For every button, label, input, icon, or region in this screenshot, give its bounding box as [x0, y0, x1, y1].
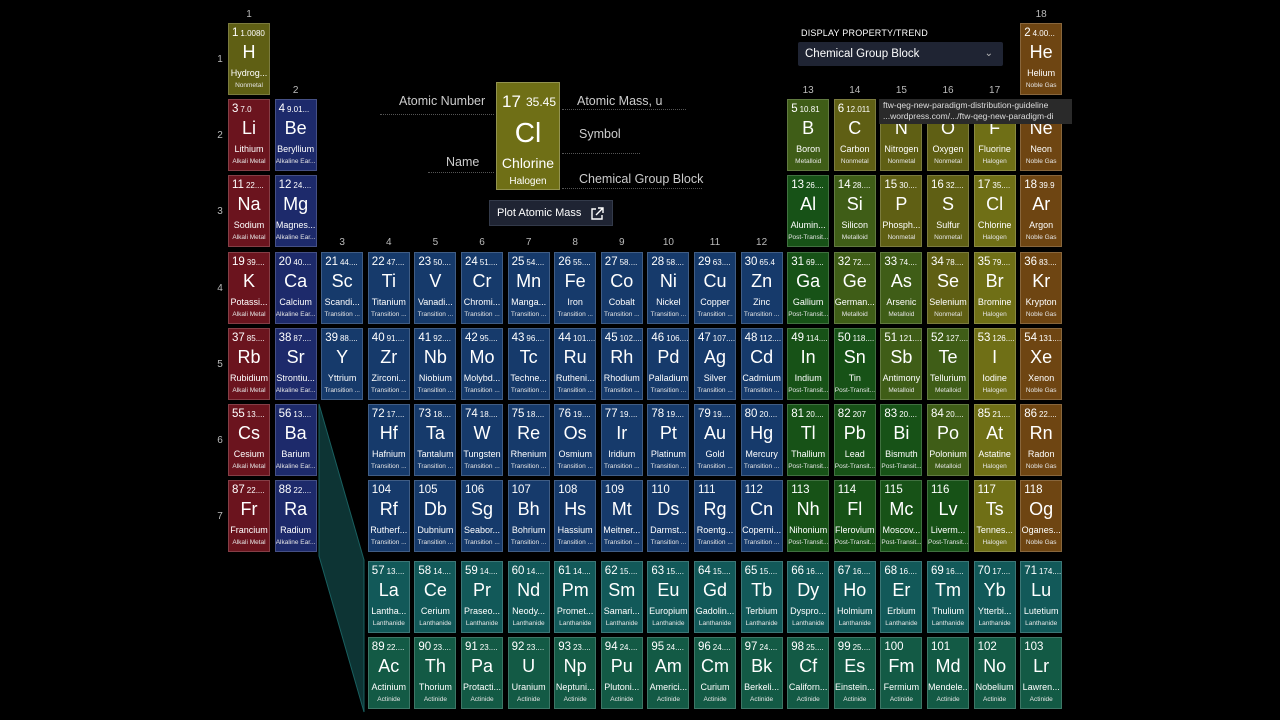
- legend-line-name: [428, 172, 494, 173]
- legend-atomic-mass: Atomic Mass, u: [577, 94, 663, 108]
- external-link-icon: [590, 206, 604, 230]
- chevron-down-icon: ⌄: [984, 48, 993, 59]
- legend-sample-tile: 17 35.45 Cl Chlorine Halogen: [496, 82, 560, 190]
- legend-line-symbol: [562, 153, 640, 154]
- display-property-value: Chemical Group Block: [805, 48, 920, 60]
- legend-sample-symbol: Cl: [514, 117, 542, 148]
- link-tooltip: ftw-qeg-new-paradigm-distribution-guidel…: [879, 99, 1072, 124]
- legend-name: Name: [446, 155, 480, 169]
- legend-symbol: Symbol: [579, 127, 621, 141]
- legend-sample-number: 17: [502, 92, 521, 111]
- legend-line-group: [562, 188, 702, 189]
- f-block-connector: [318, 403, 365, 713]
- display-property-label: DISPLAY PROPERTY/TREND: [801, 28, 928, 38]
- legend-line-number: [380, 114, 494, 115]
- legend-atomic-number: Atomic Number: [399, 94, 486, 108]
- legend-group-block: Chemical Group Block: [579, 172, 704, 186]
- plot-button-label: Plot Atomic Mass: [497, 207, 582, 219]
- tooltip-line-2: ...wordpress.com/.../ftw-qeg-new-paradig…: [883, 111, 1054, 121]
- legend-sample-category: Halogen: [509, 176, 547, 187]
- legend-sample-mass: 35.45: [526, 95, 557, 109]
- plot-atomic-mass-button[interactable]: Plot Atomic Mass: [489, 200, 613, 226]
- display-property-select[interactable]: Chemical Group Block ⌄: [798, 42, 1003, 66]
- legend-line-mass: [562, 109, 686, 110]
- tooltip-line-1: ftw-qeg-new-paradigm-distribution-guidel…: [883, 100, 1049, 110]
- legend-sample-name: Chlorine: [501, 155, 555, 171]
